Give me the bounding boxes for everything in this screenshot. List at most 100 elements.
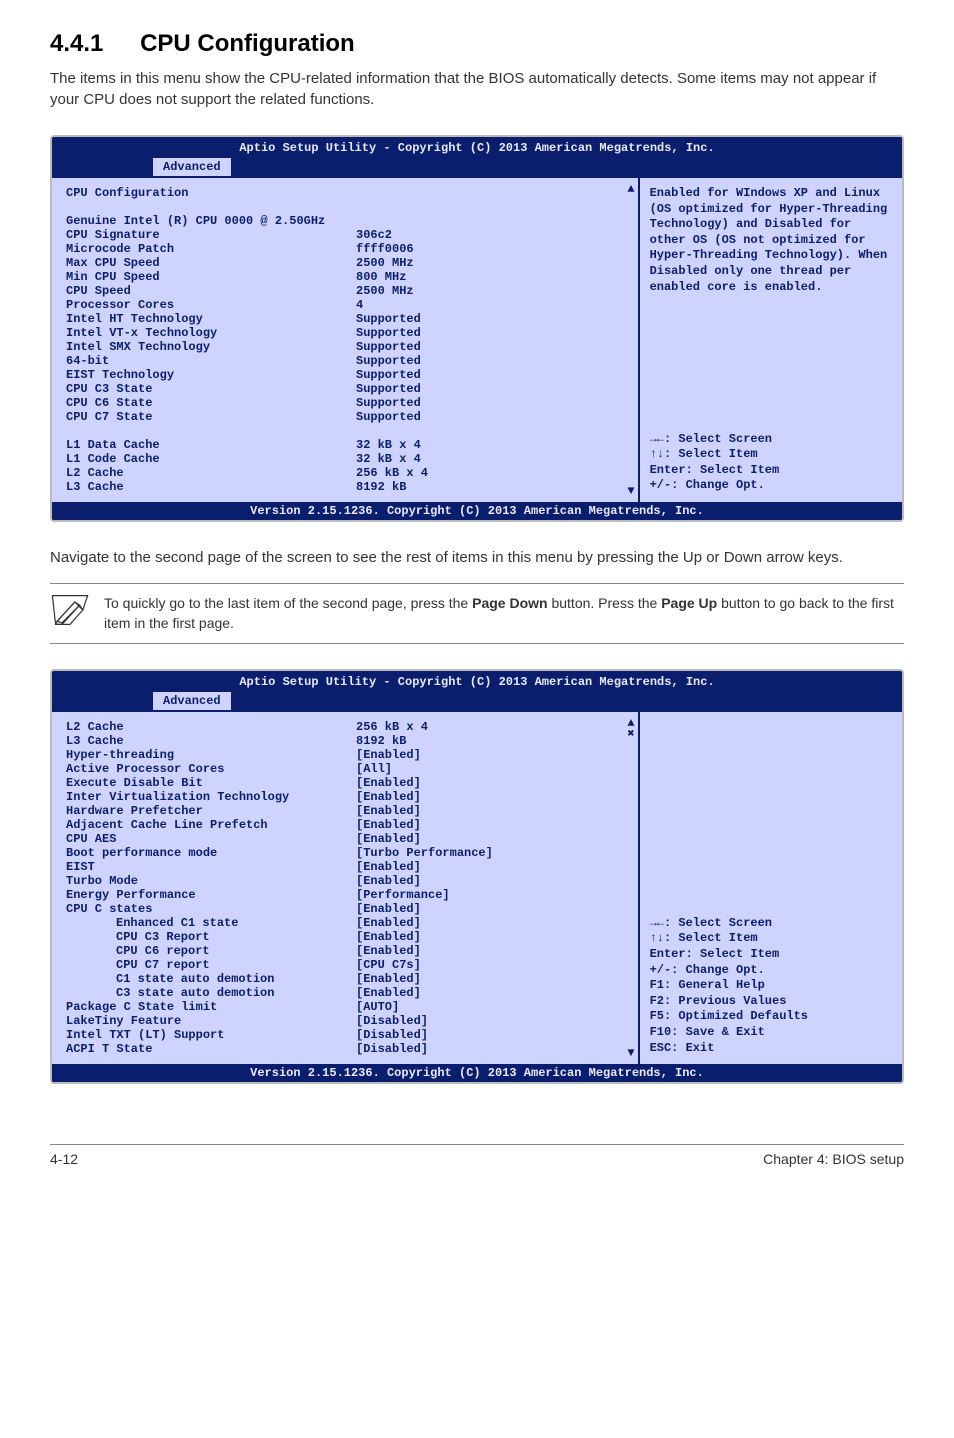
- setting-label: Min CPU Speed: [66, 270, 356, 284]
- setting-label: L1 Data Cache: [66, 438, 356, 452]
- cpu-config-header: CPU Configuration: [66, 186, 188, 200]
- note-pagedown: Page Down: [472, 595, 547, 611]
- setting-label: C1 state auto demotion: [66, 972, 356, 986]
- setting-label: 64-bit: [66, 354, 356, 368]
- scroll-down-icon[interactable]: ▼: [627, 1046, 634, 1060]
- setting-value: Supported: [356, 340, 624, 354]
- setting-value[interactable]: [Enabled]: [356, 832, 624, 846]
- setting-label: Intel HT Technology: [66, 312, 356, 326]
- setting-label: CPU C states: [66, 902, 356, 916]
- setting-value: 2500 MHz: [356, 256, 624, 270]
- bios-footer: Version 2.15.1236. Copyright (C) 2013 Am…: [52, 1064, 902, 1082]
- scroll-up-icon[interactable]: ▲: [627, 182, 634, 196]
- page-footer: 4-12 Chapter 4: BIOS setup: [50, 1144, 904, 1167]
- setting-value[interactable]: [Enabled]: [356, 818, 624, 832]
- bios-tabs: Advanced: [52, 691, 902, 710]
- setting-label: CPU C3 State: [66, 382, 356, 396]
- setting-value[interactable]: [Enabled]: [356, 902, 624, 916]
- setting-label: CPU C6 State: [66, 396, 356, 410]
- setting-value[interactable]: [Disabled]: [356, 1042, 624, 1056]
- setting-label: Turbo Mode: [66, 874, 356, 888]
- setting-value[interactable]: [Enabled]: [356, 860, 624, 874]
- setting-value: 8192 kB: [356, 480, 624, 494]
- nav-hint: ESC: Exit: [650, 1041, 892, 1057]
- bios-left-pane: ▲ CPU Configuration Genuine Intel (R) CP…: [52, 178, 640, 502]
- setting-value[interactable]: [Turbo Performance]: [356, 846, 624, 860]
- nav-hint: ↑↓: Select Item: [650, 447, 892, 463]
- setting-value: 256 kB x 4: [356, 466, 624, 480]
- setting-value: Supported: [356, 382, 624, 396]
- setting-value: Supported: [356, 396, 624, 410]
- nav-hint: +/-: Change Opt.: [650, 478, 892, 494]
- setting-label: EIST Technology: [66, 368, 356, 382]
- setting-value: Supported: [356, 326, 624, 340]
- setting-value[interactable]: [Enabled]: [356, 986, 624, 1000]
- setting-label: CPU C7 State: [66, 410, 356, 424]
- setting-label: Energy Performance: [66, 888, 356, 902]
- nav-hint: →←: Select Screen: [650, 432, 892, 448]
- setting-value[interactable]: [CPU C7s]: [356, 958, 624, 972]
- nav-hint: →←: Select Screen: [650, 916, 892, 932]
- page-number: 4-12: [50, 1151, 78, 1167]
- section-title: CPU Configuration: [140, 30, 355, 57]
- setting-value: 4: [356, 298, 624, 312]
- setting-label: C3 state auto demotion: [66, 986, 356, 1000]
- setting-value: 2500 MHz: [356, 284, 624, 298]
- cpu-name: Genuine Intel (R) CPU 0000 @ 2.50GHz: [66, 214, 325, 228]
- setting-label: CPU Speed: [66, 284, 356, 298]
- setting-value[interactable]: [Enabled]: [356, 930, 624, 944]
- setting-label: Processor Cores: [66, 298, 356, 312]
- setting-label: Enhanced C1 state: [66, 916, 356, 930]
- setting-label: Hyper-threading: [66, 748, 356, 762]
- setting-value[interactable]: [Enabled]: [356, 776, 624, 790]
- setting-label: LakeTiny Feature: [66, 1014, 356, 1028]
- bios-tabs: Advanced: [52, 157, 902, 176]
- setting-value[interactable]: [Disabled]: [356, 1014, 624, 1028]
- setting-label: CPU Signature: [66, 228, 356, 242]
- setting-value: Supported: [356, 410, 624, 424]
- setting-value: Supported: [356, 368, 624, 382]
- setting-value[interactable]: [Enabled]: [356, 748, 624, 762]
- scroll-down-icon[interactable]: ▼: [627, 484, 634, 498]
- setting-value[interactable]: [Enabled]: [356, 944, 624, 958]
- setting-value[interactable]: [Enabled]: [356, 874, 624, 888]
- nav-hint: ↑↓: Select Item: [650, 931, 892, 947]
- bios-left-pane: ▲ ✖ L2 Cache256 kB x 4L3 Cache8192 kB Hy…: [52, 712, 640, 1064]
- setting-value[interactable]: [Performance]: [356, 888, 624, 902]
- note-callout: To quickly go to the last item of the se…: [50, 583, 904, 644]
- nav-hint: Enter: Select Item: [650, 463, 892, 479]
- setting-value[interactable]: [Enabled]: [356, 804, 624, 818]
- setting-value: 306c2: [356, 228, 624, 242]
- tab-advanced[interactable]: Advanced: [152, 691, 232, 710]
- setting-value[interactable]: [Enabled]: [356, 790, 624, 804]
- setting-label: Intel SMX Technology: [66, 340, 356, 354]
- setting-label: EIST: [66, 860, 356, 874]
- setting-value: 800 MHz: [356, 270, 624, 284]
- setting-value[interactable]: [Enabled]: [356, 916, 624, 930]
- bios-title: Aptio Setup Utility - Copyright (C) 2013…: [52, 671, 902, 691]
- nav-hint: F5: Optimized Defaults: [650, 1009, 892, 1025]
- setting-label: Inter Virtualization Technology: [66, 790, 356, 804]
- section-number: 4.4.1: [50, 30, 103, 57]
- bios-title: Aptio Setup Utility - Copyright (C) 2013…: [52, 137, 902, 157]
- setting-value[interactable]: [AUTO]: [356, 1000, 624, 1014]
- nav-hint: +/-: Change Opt.: [650, 963, 892, 979]
- setting-value[interactable]: [Enabled]: [356, 972, 624, 986]
- note-pageup: Page Up: [661, 595, 717, 611]
- setting-label: CPU C6 report: [66, 944, 356, 958]
- setting-value[interactable]: [All]: [356, 762, 624, 776]
- help-text: Enabled for WIndows XP and Linux (OS opt…: [650, 186, 892, 432]
- chapter-label: Chapter 4: BIOS setup: [763, 1151, 904, 1167]
- tab-advanced[interactable]: Advanced: [152, 157, 232, 176]
- setting-value: 8192 kB: [356, 734, 624, 748]
- setting-value: Supported: [356, 312, 624, 326]
- bios-footer: Version 2.15.1236. Copyright (C) 2013 Am…: [52, 502, 902, 520]
- note-mid: button. Press the: [548, 595, 662, 611]
- setting-value: Supported: [356, 354, 624, 368]
- note-text: To quickly go to the last item of the se…: [104, 594, 904, 633]
- setting-value: 32 kB x 4: [356, 438, 624, 452]
- intro-paragraph: The items in this menu show the CPU-rela…: [50, 68, 904, 110]
- setting-label: Intel TXT (LT) Support: [66, 1028, 356, 1042]
- setting-value: ffff0006: [356, 242, 624, 256]
- setting-value[interactable]: [Disabled]: [356, 1028, 624, 1042]
